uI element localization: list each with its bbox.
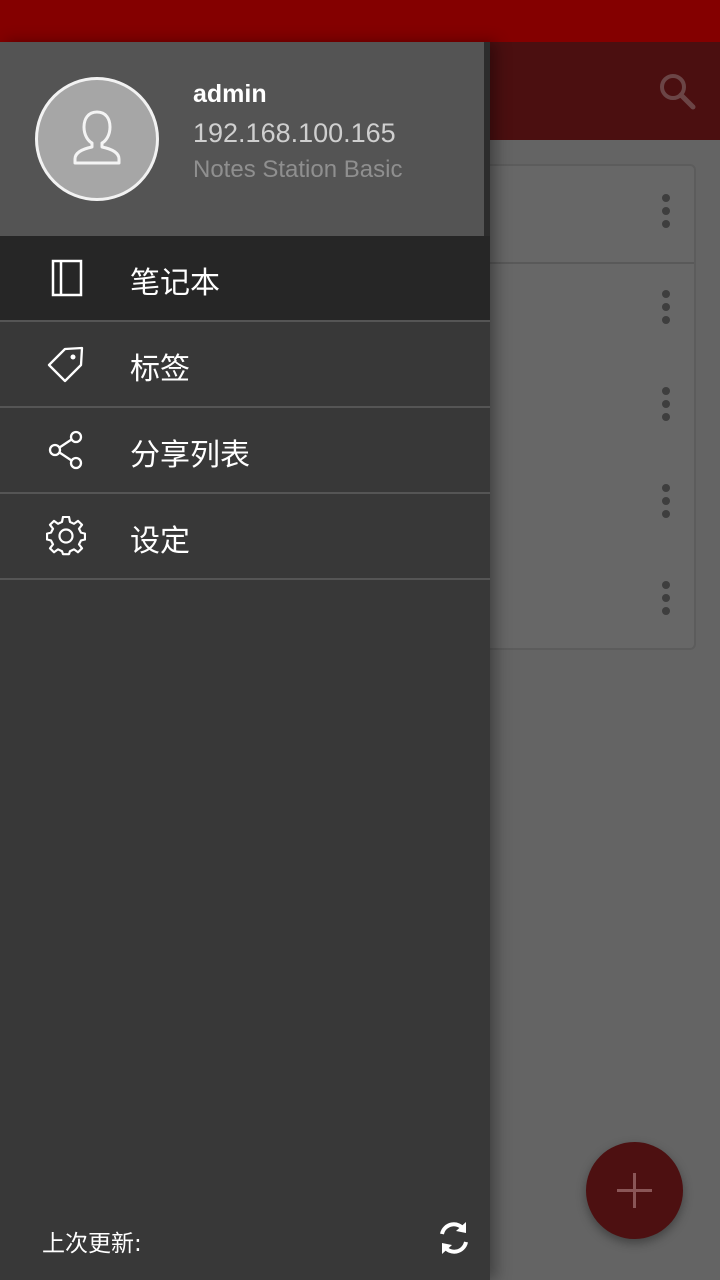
list-item[interactable] <box>472 359 694 455</box>
notebook-icon <box>51 259 83 297</box>
navigation-drawer: admin 192.168.100.165 Notes Station Basi… <box>0 42 490 1280</box>
list-item[interactable] <box>472 262 694 358</box>
refresh-icon[interactable] <box>436 1218 472 1258</box>
tag-icon <box>47 346 84 383</box>
menu-item-notebooks[interactable]: 笔记本 <box>0 236 490 322</box>
list-item[interactable] <box>472 166 694 264</box>
user-icon <box>73 110 121 165</box>
menu-item-settings[interactable]: 设定 <box>0 494 490 580</box>
menu-item-shared-list[interactable]: 分享列表 <box>0 408 490 494</box>
list-item[interactable] <box>472 456 694 552</box>
list-item[interactable] <box>472 553 694 649</box>
add-note-button[interactable] <box>586 1142 683 1239</box>
plus-icon <box>617 1173 652 1208</box>
search-icon[interactable] <box>656 70 698 112</box>
share-icon <box>48 430 83 470</box>
server-address: 192.168.100.165 <box>193 118 396 148</box>
status-bar <box>0 0 720 42</box>
menu-item-label: 分享列表 <box>130 438 250 473</box>
more-vert-icon[interactable] <box>660 484 672 524</box>
user-name: admin <box>193 80 267 108</box>
last-update-label: 上次更新: <box>42 1231 142 1257</box>
more-vert-icon[interactable] <box>660 387 672 427</box>
notebook-list <box>470 164 696 650</box>
gear-icon <box>46 516 86 556</box>
app-name: Notes Station Basic <box>193 156 403 183</box>
more-vert-icon[interactable] <box>660 290 672 330</box>
menu-item-label: 设定 <box>130 524 190 559</box>
more-vert-icon[interactable] <box>660 581 672 621</box>
drawer-menu: 笔记本 标签 分享列表 设定 <box>0 236 490 580</box>
more-vert-icon[interactable] <box>660 194 672 234</box>
avatar[interactable] <box>35 77 159 201</box>
drawer-header: admin 192.168.100.165 Notes Station Basi… <box>0 42 484 236</box>
menu-item-label: 笔记本 <box>130 266 220 301</box>
menu-item-tags[interactable]: 标签 <box>0 322 490 408</box>
menu-item-label: 标签 <box>130 352 190 387</box>
